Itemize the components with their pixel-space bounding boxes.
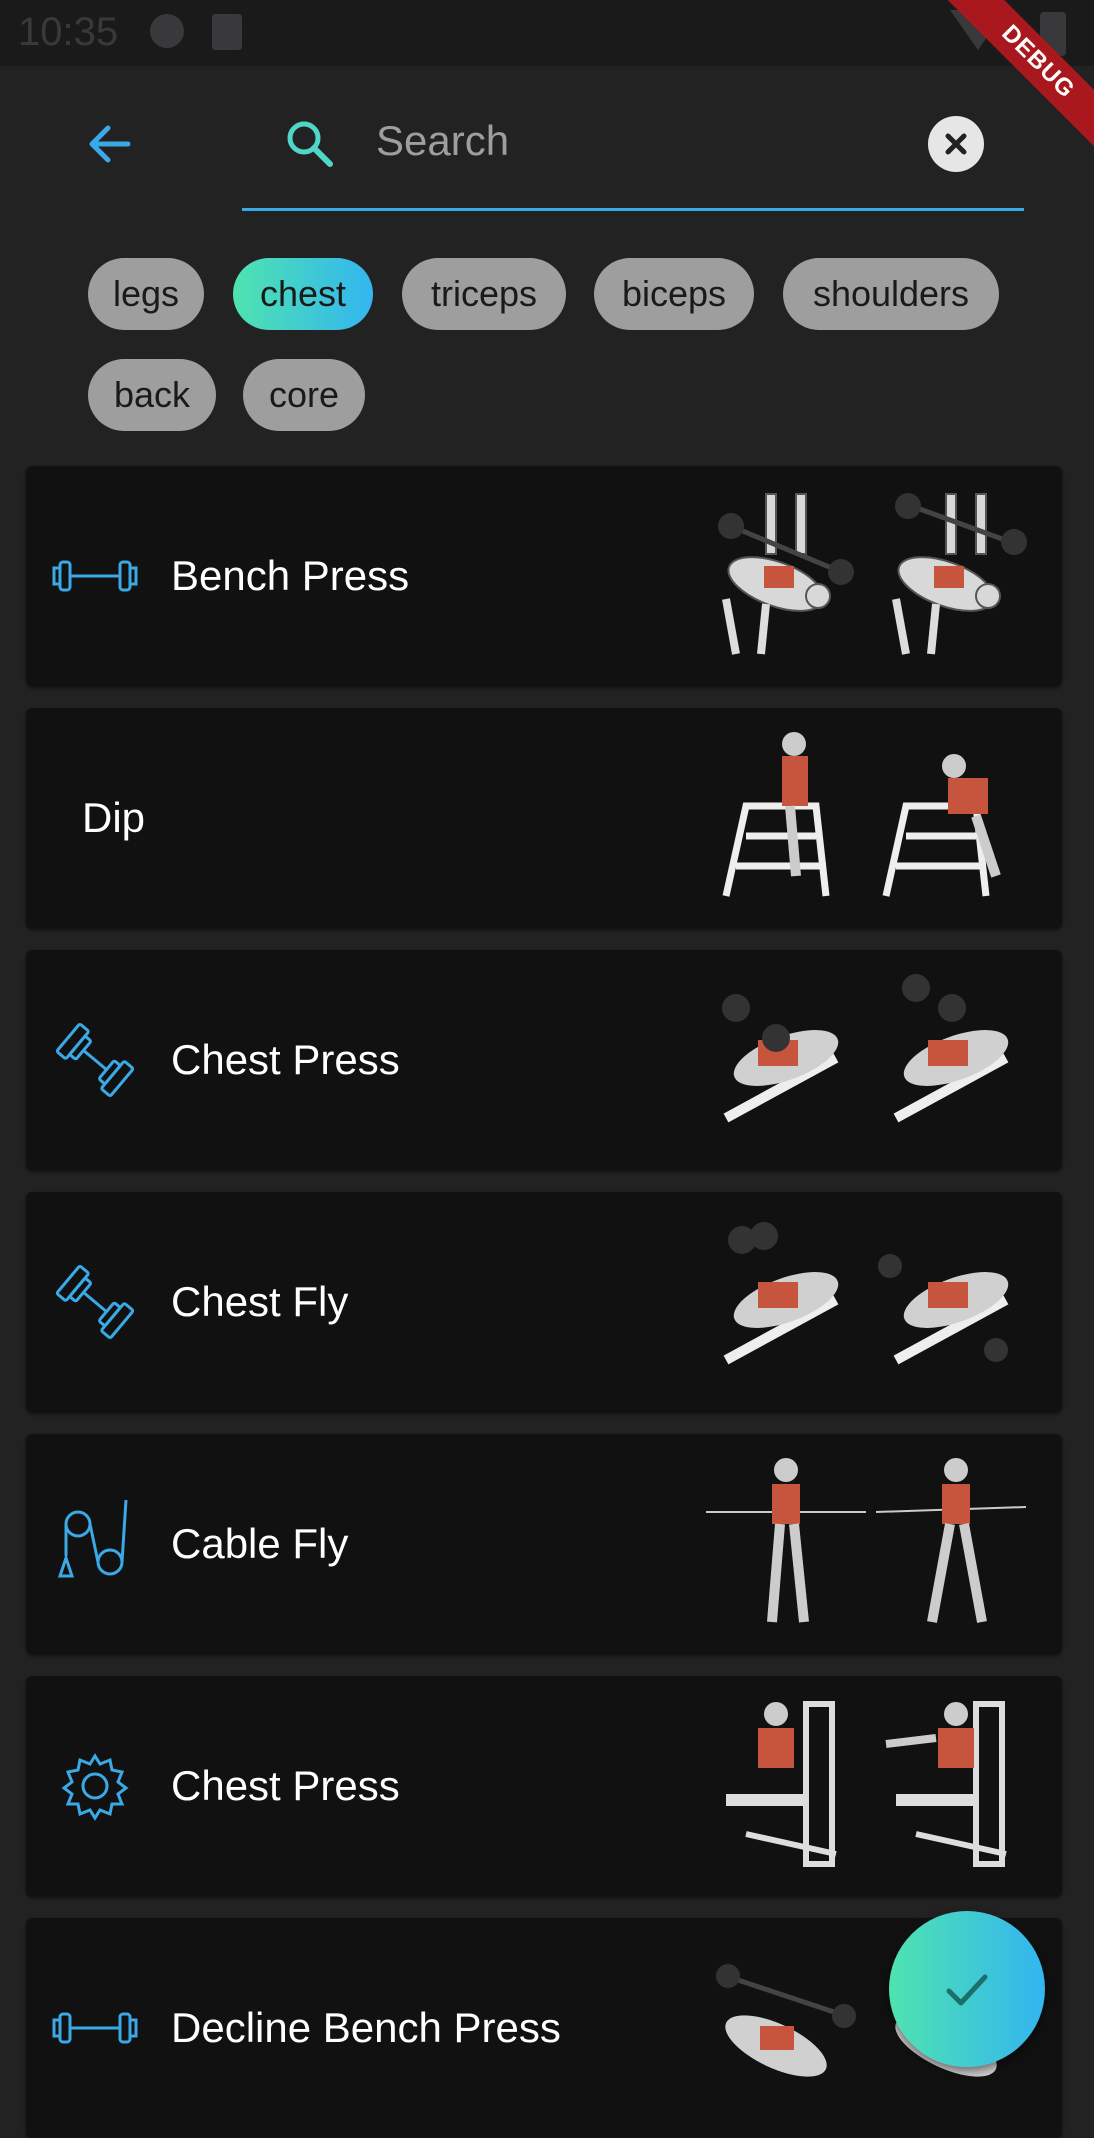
chip-label: core: [268, 374, 340, 415]
exercise-name: Dip: [82, 794, 146, 841]
close-icon: [945, 133, 967, 155]
chip-back[interactable]: back: [88, 359, 216, 431]
machine-gear-icon: [50, 1746, 140, 1826]
status-time: 10:35: [18, 10, 119, 54]
cable-pulley-icon: [50, 1499, 140, 1584]
barbell-icon: [50, 536, 140, 616]
confirm-selection-button[interactable]: [889, 1911, 1045, 2067]
chip-chest[interactable]: chest: [233, 258, 373, 330]
exercise-illustration: [718, 493, 854, 655]
list-item[interactable]: Dip: [26, 708, 1062, 928]
exercise-illustrations: [706, 484, 1036, 668]
chip-label: triceps: [430, 273, 538, 314]
search-icon: [282, 116, 338, 172]
chip-legs[interactable]: legs: [88, 258, 204, 330]
exercise-illustration: [892, 493, 1027, 655]
sd-card-icon: [212, 14, 242, 50]
chip-label: legs: [112, 273, 180, 314]
exercise-name: Chest Press: [171, 1036, 400, 1083]
notification-icon: [150, 14, 184, 48]
exercise-illustration: [882, 754, 1001, 897]
chip-core[interactable]: core: [243, 359, 365, 431]
list-item[interactable]: Cable Fly: [26, 1434, 1062, 1654]
exercise-illustration: [893, 974, 1009, 1123]
chip-biceps[interactable]: biceps: [594, 258, 754, 330]
exercise-illustration: [722, 732, 830, 897]
dumbbell-icon: [50, 1262, 140, 1342]
list-item[interactable]: Chest Press: [26, 950, 1062, 1170]
exercise-illustrations: [706, 1452, 1036, 1636]
exercise-illustrations: [706, 968, 1036, 1152]
exercise-illustration: [716, 1964, 856, 2077]
search-underline: [242, 208, 1024, 211]
exercise-illustrations: [706, 1694, 1036, 1878]
exercise-name: Cable Fly: [171, 1520, 349, 1567]
list-item[interactable]: Chest Fly: [26, 1192, 1062, 1412]
chip-label: shoulders: [812, 273, 970, 314]
list-item[interactable]: Bench Press: [26, 466, 1062, 686]
status-bar: 10:35: [0, 0, 1094, 66]
dumbbell-icon: [50, 1020, 140, 1100]
chip-label: chest: [259, 273, 347, 314]
exercise-illustration: [878, 1254, 1009, 1365]
list-item[interactable]: Chest Press: [26, 1676, 1062, 1896]
barbell-icon: [50, 1988, 140, 2068]
exercise-name: Bench Press: [171, 552, 410, 599]
exercise-illustration: [885, 1701, 1007, 1867]
checkmark-icon: [946, 1974, 988, 2006]
back-arrow-icon[interactable]: [82, 116, 138, 172]
chip-shoulders[interactable]: shoulders: [783, 258, 999, 330]
exercise-illustrations: [706, 726, 1036, 910]
exercise-illustration: [723, 1222, 839, 1365]
clear-search-button[interactable]: [928, 116, 984, 172]
exercise-name: Chest Fly: [171, 1278, 349, 1325]
exercise-name: Chest Press: [171, 1762, 400, 1809]
exercise-illustrations: [706, 1210, 1036, 1394]
exercise-illustration: [726, 1701, 837, 1867]
exercise-illustration: [706, 1458, 866, 1623]
exercise-illustration: [876, 1458, 1027, 1623]
exercise-illustration: [722, 994, 839, 1123]
search-input[interactable]: [374, 108, 898, 174]
exercise-name: Decline Bench Press: [171, 2004, 561, 2051]
chip-label: back: [113, 374, 191, 415]
chip-label: biceps: [621, 273, 727, 314]
chip-triceps[interactable]: triceps: [402, 258, 566, 330]
